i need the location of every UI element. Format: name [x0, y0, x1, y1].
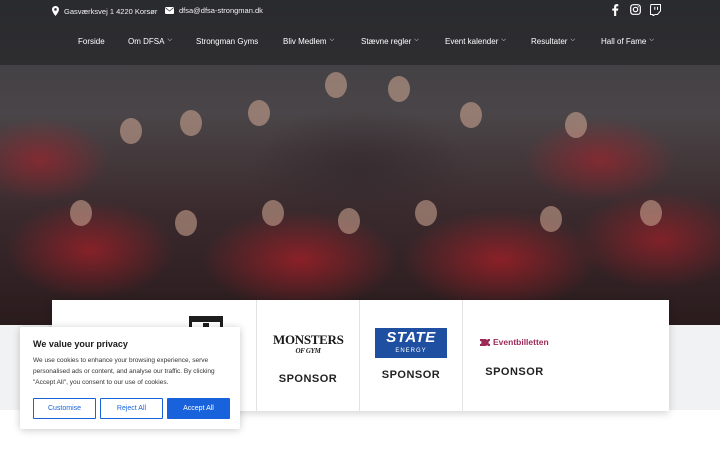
- nav-item-resultater[interactable]: Resultater ⌵: [531, 37, 575, 46]
- cookie-title: We value your privacy: [33, 339, 128, 349]
- nav-item-event-kalender[interactable]: Event kalender ⌵: [445, 37, 506, 46]
- nav-item-strongman-gyms[interactable]: Strongman Gyms: [196, 37, 258, 46]
- ticket-icon: [480, 338, 490, 346]
- chevron-down-icon: ⌵: [329, 37, 335, 43]
- logo-text: Eventbilletten: [493, 337, 549, 347]
- facebook-icon[interactable]: [611, 4, 619, 16]
- address-text: Gasværksvej 1 4220 Korsør: [64, 6, 158, 16]
- eventbilletten-logo[interactable]: Eventbilletten: [480, 337, 549, 347]
- instagram-link[interactable]: [630, 4, 641, 15]
- sponsor-card[interactable]: Eventbilletten SPONSOR: [463, 300, 669, 411]
- monsters-of-gym-logo[interactable]: MONSTERS OF GYM: [273, 332, 344, 357]
- cookie-body: We use cookies to enhance your browsing …: [33, 357, 215, 386]
- nav-item-bliv-medlem[interactable]: Bliv Medlem ⌵: [283, 37, 334, 46]
- nav-item-label[interactable]: Bliv Medlem: [283, 37, 327, 46]
- photo-figure: [338, 208, 360, 234]
- nav-item-label[interactable]: Forside: [78, 37, 105, 46]
- photo-figure: [175, 210, 197, 236]
- chevron-down-icon: ⌵: [414, 37, 419, 43]
- photo-figure: [565, 112, 587, 138]
- state-energy-logo[interactable]: STATE ENERGY: [375, 328, 447, 358]
- photo-figure: [388, 76, 410, 102]
- chevron-down-icon: ⌵: [649, 37, 654, 43]
- nav-item-label[interactable]: Event kalender: [445, 37, 498, 46]
- nav-item-label[interactable]: Stævne regler: [361, 37, 411, 46]
- sponsor-card[interactable]: MONSTERS OF GYM SPONSOR: [257, 300, 360, 411]
- email-contact[interactable]: dfsa@dfsa-strongman.dk: [165, 6, 263, 15]
- sponsor-card[interactable]: STATE ENERGY SPONSOR: [360, 300, 463, 411]
- photo-figure: [540, 206, 562, 232]
- nav-item-label[interactable]: Strongman Gyms: [196, 37, 258, 46]
- logo-subtext: ENERGY: [395, 348, 427, 354]
- logo-text: STATE: [386, 329, 436, 346]
- logo-subtext: OF GYM: [295, 347, 321, 355]
- nav-item-label[interactable]: Resultater: [531, 37, 567, 46]
- cookie-consent-dialog: We value your privacy We use cookies to …: [20, 327, 240, 429]
- cookie-buttons: Customise Reject All Accept All: [33, 398, 230, 419]
- top-contact-bar: Gasværksvej 1 4220 Korsør dfsa@dfsa-stro…: [0, 0, 720, 22]
- photo-figure: [248, 100, 270, 126]
- chevron-down-icon: ⌵: [167, 37, 173, 43]
- nav-item-forside[interactable]: Forside: [78, 37, 105, 46]
- nav-item-om-dfsa[interactable]: Om DFSA ⌵: [128, 37, 172, 46]
- email-link[interactable]: dfsa@dfsa-strongman.dk: [179, 6, 263, 15]
- reject-all-button[interactable]: Reject All: [100, 398, 163, 419]
- chevron-down-icon: ⌵: [570, 37, 576, 43]
- address-contact: Gasværksvej 1 4220 Korsør: [52, 6, 157, 16]
- sponsor-label: SPONSOR: [485, 366, 544, 378]
- envelope-icon: [165, 7, 174, 14]
- photo-figure: [640, 200, 662, 226]
- photo-figure: [70, 200, 92, 226]
- photo-figure: [262, 200, 284, 226]
- chevron-down-icon: ⌵: [501, 37, 506, 43]
- sponsor-label: SPONSOR: [381, 369, 441, 381]
- sponsor-label: SPONSOR: [278, 373, 338, 385]
- twitch-icon[interactable]: [650, 4, 661, 16]
- main-navigation: Forside Om DFSA ⌵ Strongman Gyms Bliv Me…: [0, 22, 720, 65]
- nav-item-label[interactable]: Om DFSA: [128, 37, 164, 46]
- instagram-icon[interactable]: [630, 4, 641, 15]
- facebook-link[interactable]: [611, 4, 619, 16]
- twitch-link[interactable]: [650, 4, 661, 16]
- nav-item-label[interactable]: Hall of Fame: [601, 37, 646, 46]
- photo-figure: [460, 102, 482, 128]
- nav-item-hall-of-fame[interactable]: Hall of Fame ⌵: [601, 37, 654, 46]
- photo-figure: [415, 200, 437, 226]
- customise-button[interactable]: Customise: [33, 398, 96, 419]
- photo-figure: [325, 72, 347, 98]
- accept-all-button[interactable]: Accept All: [167, 398, 230, 419]
- location-pin-icon: [52, 6, 59, 16]
- nav-item-staevne-regler[interactable]: Stævne regler ⌵: [361, 37, 419, 46]
- logo-text: MONSTERS: [273, 332, 344, 347]
- photo-figure: [120, 118, 142, 144]
- photo-figure: [180, 110, 202, 136]
